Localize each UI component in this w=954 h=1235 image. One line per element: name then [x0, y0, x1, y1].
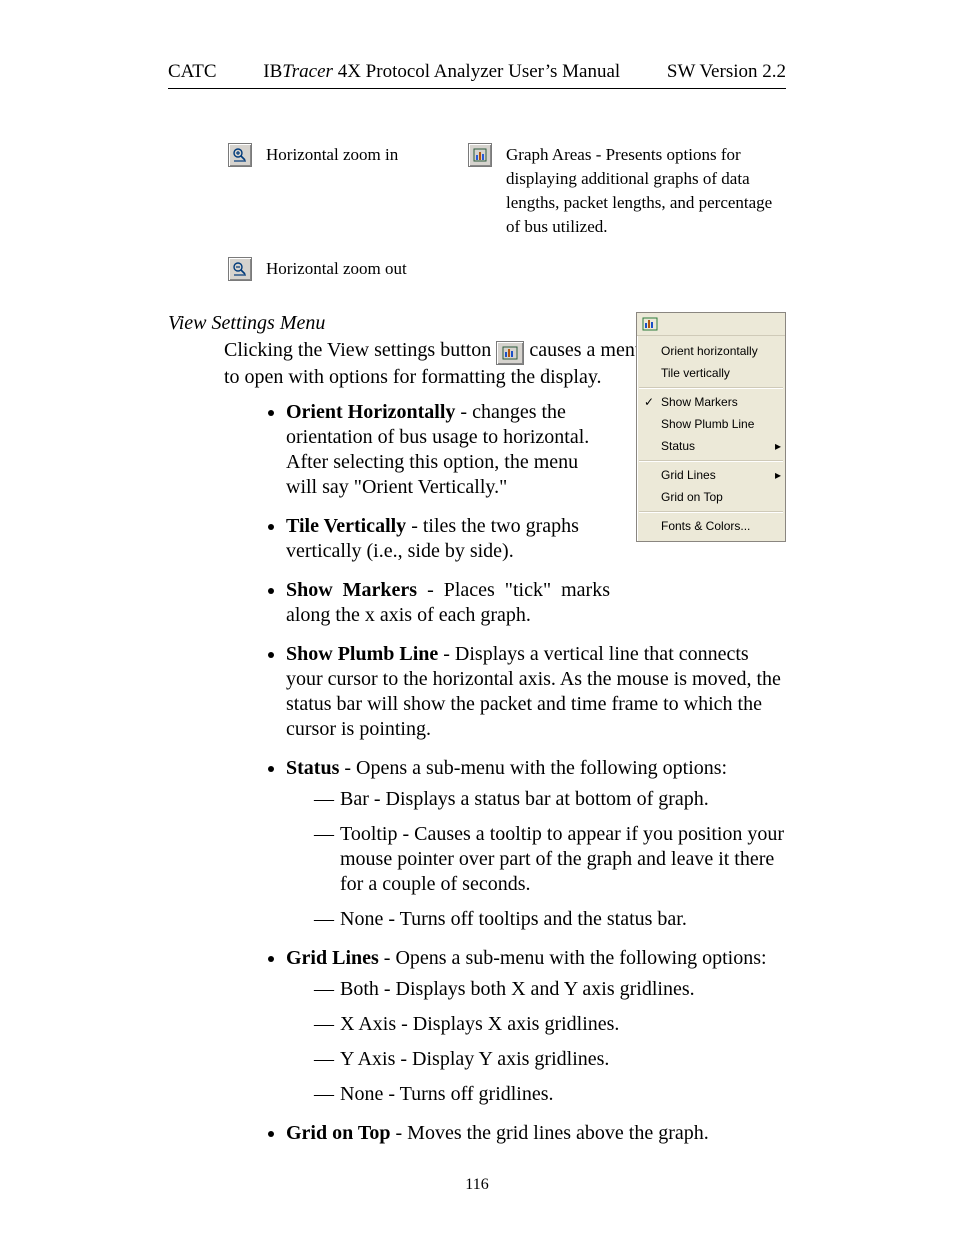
popup-body: Orient horizontally Tile vertically ✓Sho… — [637, 336, 785, 541]
hdr-center: IBTracer 4X Protocol Analyzer User’s Man… — [217, 60, 667, 84]
zoom-in-h-label: Horizontal zoom in — [266, 143, 398, 167]
view-settings-icon[interactable] — [496, 341, 524, 365]
list-item: Show Markers - Places "tick" marks along… — [286, 578, 610, 628]
sub-item: None - Turns off tooltips and the status… — [314, 907, 786, 932]
check-icon: ✓ — [637, 395, 661, 410]
body: - Opens a sub-menu with the following op… — [339, 757, 727, 779]
page-number: 116 — [0, 1175, 954, 1195]
term: Tile Vertically — [286, 515, 406, 537]
menu-label: Grid Lines — [661, 468, 771, 483]
hdr-right: SW Version 2.2 — [667, 60, 786, 84]
menu-show-markers[interactable]: ✓Show Markers — [637, 391, 785, 413]
hdr-prefix: IB — [263, 61, 282, 82]
menu-separator — [639, 387, 783, 388]
sub-item: Both - Displays both X and Y axis gridli… — [314, 977, 786, 1002]
body: - Moves the grid lines above the graph. — [391, 1122, 709, 1144]
menu-status[interactable]: Status▸ — [637, 435, 785, 457]
menu-label: Grid on Top — [661, 490, 771, 505]
sub-item: None - Turns off gridlines. — [314, 1082, 786, 1107]
sub-item: Bar - Displays a status bar at bottom of… — [314, 787, 786, 812]
sublist-grid: Both - Displays both X and Y axis gridli… — [286, 977, 786, 1107]
menu-separator — [639, 511, 783, 512]
hdr-em: Tracer — [282, 61, 333, 82]
menu-grid-lines[interactable]: Grid Lines▸ — [637, 464, 785, 486]
zoom-in-h-icon[interactable] — [228, 143, 252, 167]
term: Grid Lines — [286, 947, 379, 969]
para-after-1: causes a menu — [529, 339, 645, 361]
popup-header-icon[interactable] — [641, 316, 659, 332]
hdr-rule — [168, 88, 786, 89]
sub-item: Y Axis - Display Y axis gridlines. — [314, 1047, 786, 1072]
view-settings-menu: Orient horizontally Tile vertically ✓Sho… — [636, 312, 786, 542]
menu-label: Show Markers — [661, 395, 771, 410]
list-item: Grid on Top - Moves the grid lines above… — [286, 1121, 786, 1146]
menu-label: Fonts & Colors... — [661, 519, 771, 534]
menu-fonts-colors[interactable]: Fonts & Colors... — [637, 515, 785, 537]
term: Show Plumb Line — [286, 643, 438, 665]
sub-item: X Axis - Displays X axis gridlines. — [314, 1012, 786, 1037]
list-item: Show Plumb Line - Displays a vertical li… — [286, 642, 786, 742]
menu-label: Tile vertically — [661, 366, 771, 381]
menu-label: Orient horizontally — [661, 344, 771, 359]
list-item: Tile Vertically - tiles the two graphs v… — [286, 514, 610, 564]
body: - Opens a sub-menu with the following op… — [379, 947, 767, 969]
term: Grid on Top — [286, 1122, 391, 1144]
list-item: Status - Opens a sub-menu with the follo… — [286, 756, 786, 932]
zoom-out-h-icon[interactable] — [228, 257, 252, 281]
bullet-wrap-full: Show Plumb Line - Displays a vertical li… — [224, 642, 786, 1146]
menu-show-plumb[interactable]: Show Plumb Line — [637, 413, 785, 435]
term: Orient Horizontally — [286, 401, 455, 423]
hdr-left: CATC — [168, 60, 217, 84]
zoom-out-h-label: Horizontal zoom out — [266, 257, 407, 281]
term: Status — [286, 757, 339, 779]
toolbar-row-1: Horizontal zoom in Graph Areas - Present… — [228, 143, 786, 239]
para-line2: to open with options for formatting the … — [224, 366, 602, 388]
sub-item: Tooltip - Causes a tooltip to appear if … — [314, 822, 786, 897]
hdr-suffix: 4X Protocol Analyzer User’s Manual — [333, 61, 620, 82]
list-item: Grid Lines - Opens a sub-menu with the f… — [286, 946, 786, 1107]
popup-header — [637, 313, 785, 336]
graph-areas-label: Graph Areas - Presents options for displ… — [506, 143, 776, 239]
sublist-status: Bar - Displays a status bar at bottom of… — [286, 787, 786, 932]
list-item: Orient Horizontally - changes the orient… — [286, 400, 610, 500]
menu-label: Show Plumb Line — [661, 417, 771, 432]
graph-areas-icon[interactable] — [468, 143, 492, 167]
toolbar-row-2: Horizontal zoom out — [228, 257, 786, 281]
page-header: CATC IBTracer 4X Protocol Analyzer User’… — [168, 60, 786, 84]
menu-orient-h[interactable]: Orient horizontally — [637, 340, 785, 362]
menu-tile-v[interactable]: Tile vertically — [637, 362, 785, 384]
menu-grid-on-top[interactable]: Grid on Top — [637, 486, 785, 508]
para-before: Clicking the View settings button — [224, 339, 491, 361]
submenu-arrow-icon: ▸ — [771, 439, 785, 454]
submenu-arrow-icon: ▸ — [771, 468, 785, 483]
menu-label: Status — [661, 439, 771, 454]
term: Show Markers — [286, 579, 417, 601]
menu-separator — [639, 460, 783, 461]
